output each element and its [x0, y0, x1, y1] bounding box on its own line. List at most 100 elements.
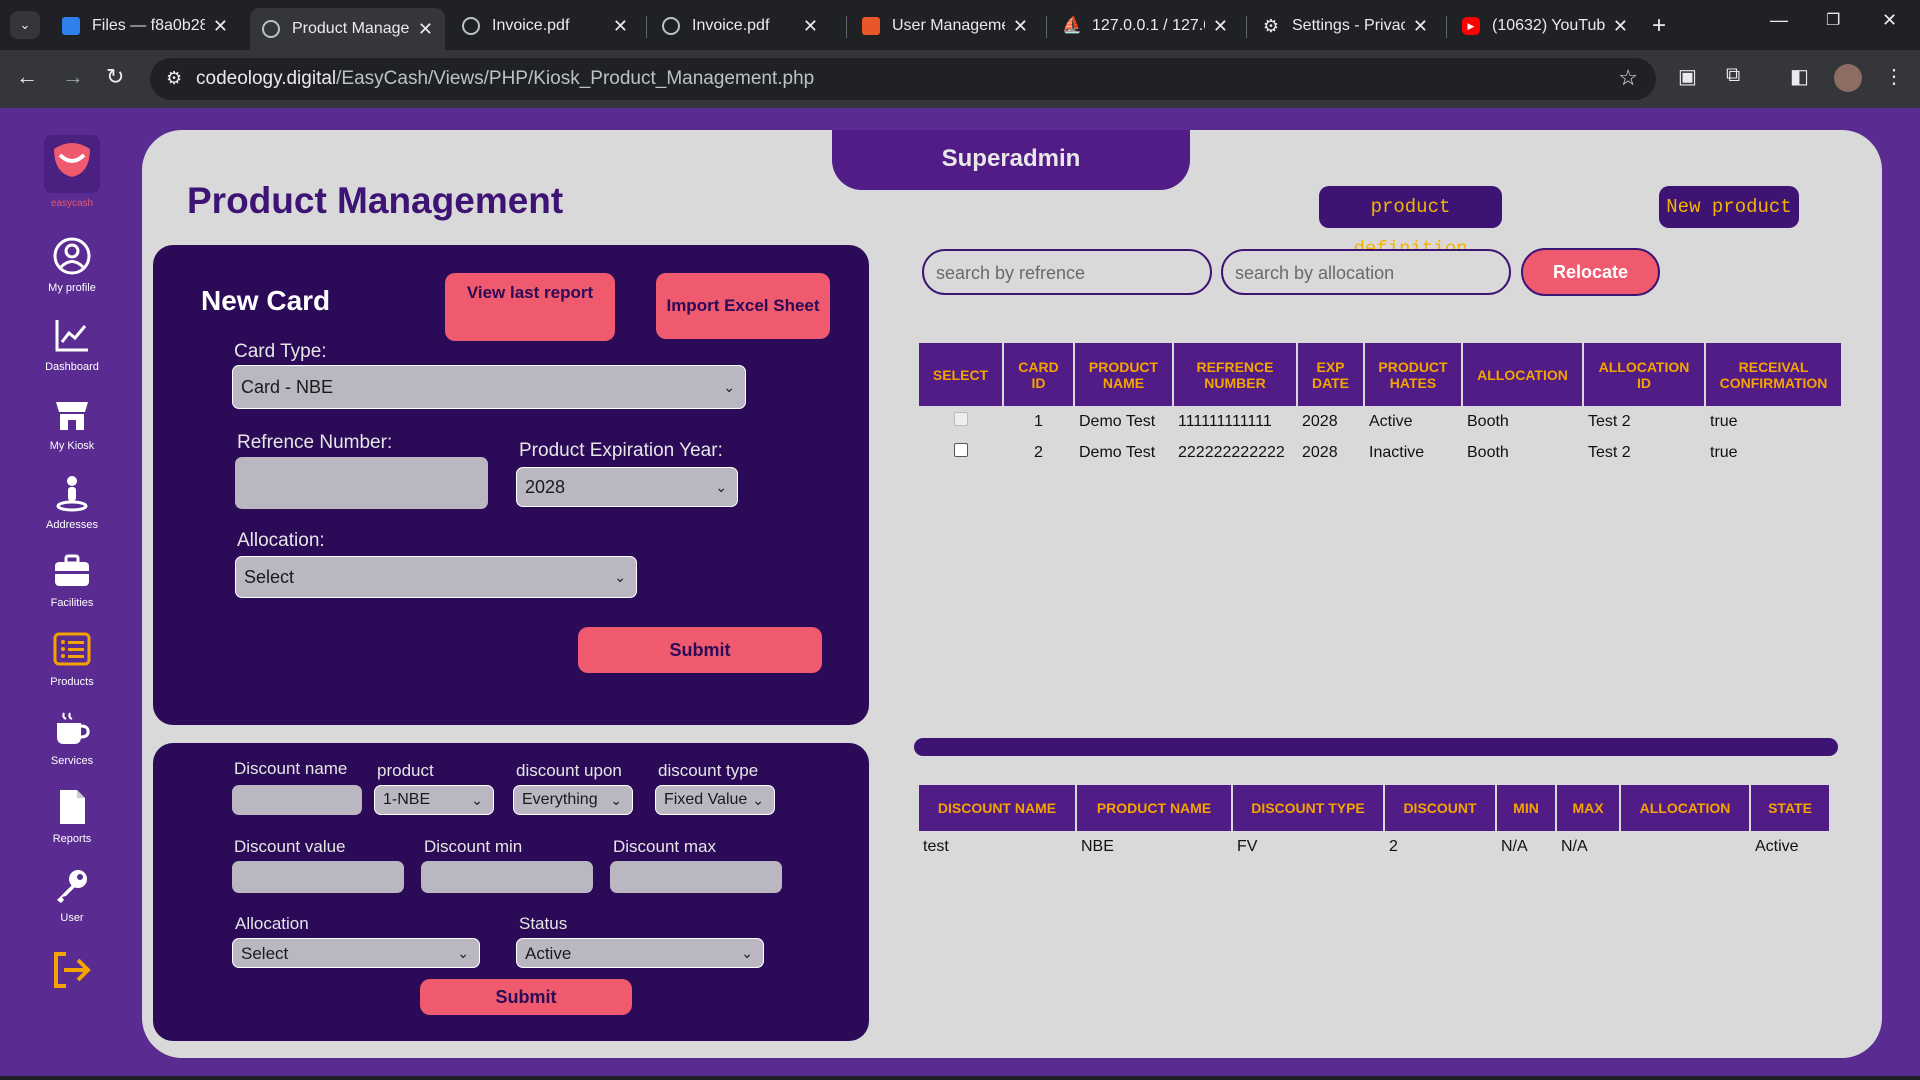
import-excel-button[interactable]: Import Excel Sheet — [656, 273, 830, 339]
screen-cast-icon[interactable]: ▣ — [1678, 64, 1697, 89]
search-by-allocation-input[interactable]: search by allocation — [1221, 249, 1511, 295]
sidebar-item-my-profile[interactable]: My profile — [20, 236, 124, 294]
discount-name-input[interactable] — [232, 785, 362, 815]
close-icon[interactable]: ✕ — [613, 16, 628, 37]
card-id-cell: 1 — [1034, 412, 1043, 430]
forward-arrow-icon[interactable]: → — [62, 64, 84, 90]
logo-text: easycash — [50, 198, 94, 209]
sidebar-item-dashboard[interactable]: Dashboard — [20, 315, 124, 373]
sidebar-item-my-kiosk[interactable]: My Kiosk — [20, 394, 124, 452]
discount-submit-button[interactable]: Submit — [420, 979, 632, 1015]
browser-tab[interactable]: ⛵ 127.0.0.1 / 127.0. ✕ — [1050, 8, 1240, 44]
map-pin-person-icon — [56, 476, 88, 512]
close-icon[interactable]: ✕ — [1013, 16, 1028, 37]
sidebar-item-user[interactable]: User — [20, 866, 124, 924]
reference-cell: 222222222222 — [1178, 443, 1285, 461]
files-favicon-icon — [62, 17, 80, 35]
relocate-button[interactable]: Relocate — [1521, 248, 1660, 296]
discount-upon-label: discount upon — [516, 761, 622, 780]
minimize-icon[interactable]: — — [1770, 10, 1788, 31]
chevron-down-icon: ⌄ — [614, 569, 626, 585]
easycash-logo[interactable] — [42, 133, 102, 203]
close-icon[interactable]: ✕ — [1213, 16, 1228, 37]
product-select[interactable]: 1-NBE ⌄ — [374, 785, 494, 815]
search-by-reference-input[interactable]: search by refrence — [922, 249, 1212, 295]
close-icon[interactable]: ✕ — [418, 19, 433, 40]
sidebar-item-reports[interactable]: Reports — [20, 787, 124, 845]
chevron-down-icon: ⌄ — [471, 792, 483, 808]
state-cell: Inactive — [1369, 443, 1425, 461]
product-definition-button[interactable]: product definition — [1319, 186, 1502, 260]
discount-max-input[interactable] — [610, 861, 782, 893]
view-last-report-button[interactable]: View last report — [445, 273, 615, 341]
new-tab-button[interactable]: + — [1652, 12, 1666, 40]
close-icon[interactable]: ✕ — [1613, 16, 1628, 37]
menu-kebab-icon[interactable]: ⋮ — [1884, 64, 1904, 89]
profile-avatar[interactable] — [1834, 64, 1862, 92]
discount-value-input[interactable] — [232, 861, 404, 893]
sidebar-item-facilities[interactable]: Facilities — [20, 551, 124, 609]
card-type-select[interactable]: Card - NBE ⌄ — [232, 365, 746, 409]
column-header: REFRENCE NUMBER — [1174, 343, 1296, 406]
sidebar-item-addresses[interactable]: Addresses — [20, 473, 124, 531]
browser-tab[interactable]: Invoice.pdf ✕ — [450, 8, 640, 44]
browser-tab[interactable]: Files — f8a0b28 ✕ — [50, 8, 240, 44]
address-bar[interactable]: ⚙ codeology.digital/EasyCash/Views/PHP/K… — [150, 58, 1656, 100]
browser-tab[interactable]: User Managemen ✕ — [850, 8, 1040, 44]
window-close-icon[interactable]: ✕ — [1882, 10, 1897, 31]
new-product-button[interactable]: New product — [1659, 186, 1799, 228]
allocation-label: Allocation: — [237, 530, 325, 551]
tab-separator — [646, 16, 647, 38]
expiration-year-select[interactable]: 2028 ⌄ — [516, 467, 738, 507]
sidebar-item-products[interactable]: Products — [20, 630, 124, 688]
chevron-down-icon: ⌄ — [457, 945, 469, 961]
allocation-select[interactable]: Select ⌄ — [235, 556, 637, 598]
discount-name-cell: test — [923, 837, 949, 855]
allocation-cell: Booth — [1467, 412, 1509, 430]
allocation-cell: Booth — [1467, 443, 1509, 461]
expiration-year-label: Product Expiration Year: — [519, 440, 723, 461]
row-checkbox[interactable] — [953, 443, 968, 457]
sidebar-item-label: My Kiosk — [49, 440, 95, 452]
sidebar-item-label: Dashboard — [45, 361, 99, 373]
discount-upon-select[interactable]: Everything ⌄ — [513, 785, 633, 815]
close-icon[interactable]: ✕ — [803, 16, 818, 37]
discount-type-select[interactable]: Fixed Value ⌄ — [655, 785, 775, 815]
allocation-cell — [1621, 831, 1749, 862]
side-panel-icon[interactable]: ◧ — [1790, 64, 1809, 89]
app-page: easycash My profile Dashboard My Kiosk A… — [0, 108, 1920, 1080]
reload-icon[interactable]: ↻ — [106, 64, 124, 90]
status-select[interactable]: Active ⌄ — [516, 938, 764, 968]
allocation-value: Select — [244, 567, 295, 587]
back-arrow-icon[interactable]: ← — [16, 64, 38, 90]
discount-value-label: Discount value — [234, 837, 346, 856]
discount-allocation-select[interactable]: Select ⌄ — [232, 938, 480, 968]
discount-min-input[interactable] — [421, 861, 593, 893]
bookmark-star-icon[interactable]: ☆ — [1618, 65, 1638, 91]
browser-tab[interactable]: ⚙ Settings - Privac ✕ — [1250, 8, 1440, 44]
tab-title: Product Manage — [292, 20, 410, 37]
column-header: ALLOCATION — [1621, 785, 1749, 831]
tab-title: Invoice.pdf — [492, 17, 570, 34]
reference-number-input[interactable] — [235, 457, 488, 509]
close-icon[interactable]: ✕ — [213, 16, 228, 37]
browser-tab[interactable]: Invoice.pdf ✕ — [650, 8, 830, 44]
site-info-icon[interactable]: ⚙ — [166, 68, 182, 89]
restore-icon[interactable]: ❐ — [1826, 10, 1840, 30]
extensions-icon[interactable]: ⧉ — [1726, 64, 1740, 87]
browser-tab[interactable]: ▶ (10632) YouTube ✕ — [1450, 8, 1640, 44]
discount-allocation-label: Allocation — [235, 914, 309, 933]
column-header: CARD ID — [1004, 343, 1073, 406]
close-icon[interactable]: ✕ — [1413, 16, 1428, 37]
tab-search-button[interactable]: ⌄ — [10, 11, 40, 39]
exp-date-cell: 2028 — [1302, 443, 1338, 461]
url-path: /EasyCash/Views/PHP/Kiosk_Product_Manage… — [336, 68, 815, 89]
discount-type-value: Fixed Value — [664, 791, 748, 808]
url-host: codeology.digital — [196, 68, 337, 89]
browser-tab-active[interactable]: Product Manage ✕ — [250, 8, 445, 50]
logout-icon[interactable] — [50, 950, 94, 990]
receival-cell: true — [1710, 412, 1738, 430]
new-card-submit-button[interactable]: Submit — [578, 627, 822, 673]
sidebar-item-services[interactable]: Services — [20, 709, 124, 767]
discount-panel: Discount name product 1-NBE ⌄ discount u… — [153, 743, 869, 1041]
